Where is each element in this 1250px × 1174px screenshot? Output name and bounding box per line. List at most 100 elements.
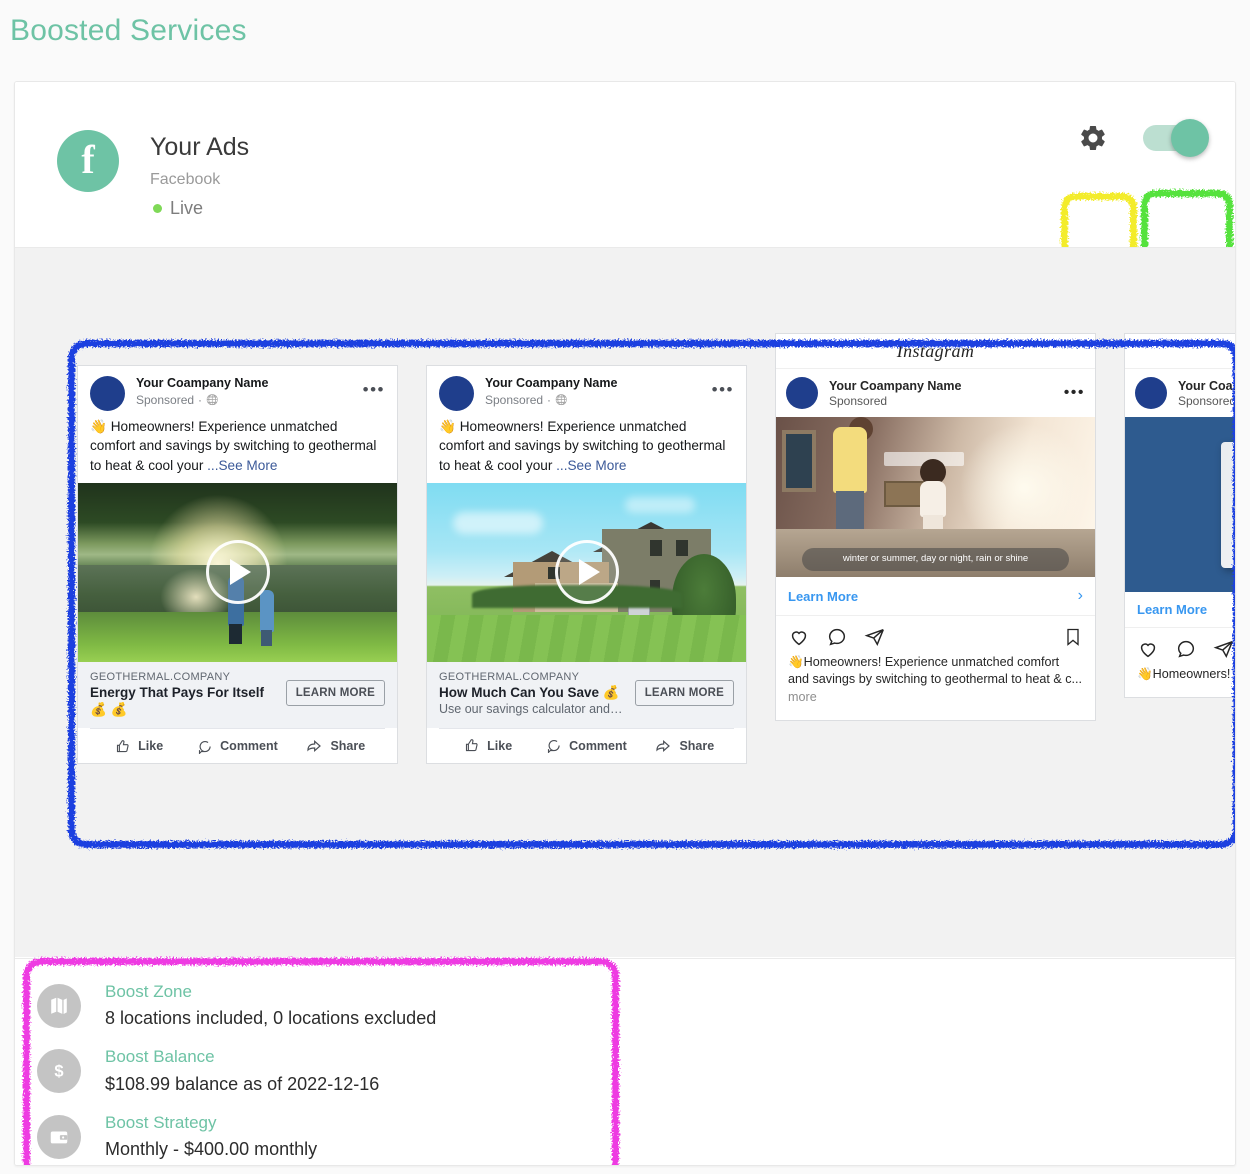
heart-icon[interactable] bbox=[1137, 638, 1159, 660]
instagram-logo: Instagram bbox=[896, 340, 975, 361]
sponsored-line: Sponsored · 🌐 bbox=[485, 393, 712, 407]
ad-identity: Your Coampany Sponsored bbox=[1178, 379, 1235, 408]
ad-caption: 👋Homeowners! Experience unmatched comfor… bbox=[776, 654, 1095, 720]
boost-details-section: Boost Zone 8 locations included, 0 locat… bbox=[15, 958, 1235, 1165]
avatar bbox=[786, 377, 818, 409]
ads-enabled-toggle[interactable] bbox=[1143, 119, 1209, 157]
like-button[interactable]: Like bbox=[439, 738, 537, 754]
gear-icon bbox=[1081, 125, 1105, 151]
learn-more-row[interactable]: Learn More bbox=[1125, 592, 1235, 627]
comment-button[interactable]: Comment bbox=[188, 738, 286, 754]
play-button[interactable] bbox=[554, 540, 619, 605]
ad-header: Your Coampany Name Sponsored · 🌐 ••• bbox=[427, 366, 746, 415]
see-more-link[interactable]: ...See More bbox=[207, 458, 277, 473]
chevron-right-icon[interactable]: › bbox=[1078, 587, 1083, 605]
ad-identity: Your Coampany Name Sponsored bbox=[829, 379, 1064, 408]
ad-domain: GEOTHERMAL.COMPANY bbox=[439, 670, 580, 683]
ad-media[interactable] bbox=[427, 482, 746, 662]
share-icon[interactable] bbox=[864, 626, 886, 648]
learn-more-button[interactable]: LEARN MORE bbox=[285, 679, 385, 706]
share-icon bbox=[656, 739, 671, 752]
ad-header: Your Coampany Sponsored bbox=[1125, 369, 1235, 417]
ad-header: Your Coampany Name Sponsored · 🌐 ••• bbox=[78, 366, 397, 415]
ellipsis-icon[interactable]: ••• bbox=[1064, 384, 1085, 402]
bookmark-icon[interactable] bbox=[1063, 627, 1083, 647]
ad-actions: Like Comment Share bbox=[439, 727, 734, 763]
detail-row-boost-balance[interactable]: $ Boost Balance $108.99 balance as of 20… bbox=[37, 1046, 1235, 1095]
comment-button[interactable]: Comment bbox=[537, 738, 635, 754]
ad-preview-card[interactable]: Your Coampany Sponsored Learn More bbox=[1124, 333, 1235, 699]
instagram-action-icons bbox=[1125, 627, 1235, 666]
ellipsis-icon[interactable]: ••• bbox=[363, 381, 385, 398]
thumbs-up-icon bbox=[117, 740, 129, 752]
comment-label: Comment bbox=[220, 739, 278, 754]
page-title: Boosted Services bbox=[10, 14, 247, 47]
ad-domain: GEOTHERMAL.COMPANY bbox=[90, 670, 231, 683]
ad-preview-card[interactable]: Your Coampany Name Sponsored · 🌐 ••• 👋 H… bbox=[426, 365, 747, 764]
like-label: Like bbox=[487, 738, 513, 753]
detail-value: 8 locations included, 0 locations exclud… bbox=[105, 1008, 437, 1029]
detail-texts: Boost Strategy Monthly - $400.00 monthly bbox=[105, 1112, 317, 1161]
avatar bbox=[1135, 377, 1167, 409]
ads-platform: Facebook bbox=[150, 171, 221, 189]
ads-preview-strip[interactable]: Your Coampany Name Sponsored · 🌐 ••• 👋 H… bbox=[15, 247, 1235, 957]
ads-title: Your Ads bbox=[150, 133, 250, 161]
comment-label: Comment bbox=[569, 738, 627, 753]
ad-caption-text: 👋Homeowners! Experience unmatched comfor… bbox=[788, 655, 1083, 687]
share-label: Share bbox=[330, 739, 366, 754]
detail-label: Boost Zone bbox=[105, 982, 192, 1001]
share-button[interactable]: Share bbox=[636, 738, 734, 754]
svg-text:$: $ bbox=[54, 1063, 63, 1081]
ad-body-text: 👋 Homeowners! Experience unmatched comfo… bbox=[427, 415, 746, 483]
ad-media[interactable] bbox=[1125, 417, 1235, 592]
globe-icon-glyph: 🌐 bbox=[206, 394, 219, 406]
advertiser-name: Your Coampany bbox=[1178, 378, 1235, 393]
detail-texts: Boost Zone 8 locations included, 0 locat… bbox=[105, 981, 436, 1030]
learn-more-row[interactable]: Learn More › bbox=[776, 577, 1095, 615]
detail-label: Boost Strategy bbox=[105, 1112, 217, 1132]
facebook-avatar-letter: f bbox=[81, 136, 95, 182]
learn-more-button[interactable]: LEARN MORE bbox=[634, 679, 734, 706]
more-link[interactable]: more bbox=[788, 690, 817, 704]
settings-button[interactable] bbox=[1073, 118, 1113, 158]
ad-headline: Energy That Pays For Itself 💰 💰 bbox=[90, 684, 265, 718]
map-icon bbox=[37, 983, 81, 1028]
ad-media[interactable] bbox=[78, 482, 397, 662]
globe-separator: · bbox=[547, 393, 552, 407]
ad-identity: Your Coampany Name Sponsored · 🌐 bbox=[136, 376, 363, 407]
comment-icon[interactable] bbox=[1175, 638, 1197, 660]
detail-row-boost-strategy[interactable]: Boost Strategy Monthly - $400.00 monthly bbox=[37, 1112, 1235, 1161]
see-more-link[interactable]: ...See More bbox=[556, 458, 626, 473]
card-header: f Your Ads Facebook Live bbox=[15, 82, 1235, 264]
media-image-heat-pump bbox=[1125, 417, 1235, 592]
share-icon[interactable] bbox=[1213, 638, 1235, 660]
share-button[interactable]: Share bbox=[287, 738, 385, 754]
comment-icon[interactable] bbox=[826, 626, 848, 648]
ad-description: Use our savings calculator and se... bbox=[439, 702, 625, 717]
sponsored-label: Sponsored bbox=[829, 393, 888, 408]
ad-preview-card[interactable]: Your Coampany Name Sponsored · 🌐 ••• 👋 H… bbox=[77, 365, 398, 765]
sponsored-label: Sponsored bbox=[1178, 393, 1235, 408]
ad-actions: Like Comment Share bbox=[90, 728, 385, 763]
ellipsis-icon[interactable]: ••• bbox=[712, 381, 734, 398]
ads-row: Your Coampany Name Sponsored · 🌐 ••• 👋 H… bbox=[15, 248, 1235, 765]
ad-preview-card[interactable]: Instagram Your Coampany Name Sponsored •… bbox=[775, 333, 1096, 722]
sponsored-label: Sponsored bbox=[136, 393, 195, 407]
advertiser-name: Your Coampany Name bbox=[136, 376, 269, 390]
wallet-icon bbox=[37, 1114, 81, 1159]
learn-more-link[interactable]: Learn More bbox=[1137, 602, 1207, 617]
play-button[interactable] bbox=[205, 540, 270, 605]
ad-body-text: 👋 Homeowners! Experience unmatched comfo… bbox=[78, 415, 397, 483]
detail-value: Monthly - $400.00 monthly bbox=[105, 1139, 318, 1160]
heart-icon[interactable] bbox=[788, 626, 810, 648]
detail-row-boost-zone[interactable]: Boost Zone 8 locations included, 0 locat… bbox=[37, 981, 1235, 1030]
like-button[interactable]: Like bbox=[90, 738, 188, 754]
globe-icon: · bbox=[198, 393, 203, 407]
instagram-action-icons bbox=[776, 615, 1095, 654]
sponsored-label: Sponsored bbox=[485, 393, 544, 407]
ad-identity: Your Coampany Name Sponsored · 🌐 bbox=[485, 376, 712, 407]
learn-more-link[interactable]: Learn More bbox=[788, 589, 858, 604]
ad-media[interactable]: winter or summer, day or night, rain or … bbox=[776, 417, 1095, 577]
avatar bbox=[439, 376, 474, 411]
instagram-header bbox=[1125, 334, 1235, 369]
